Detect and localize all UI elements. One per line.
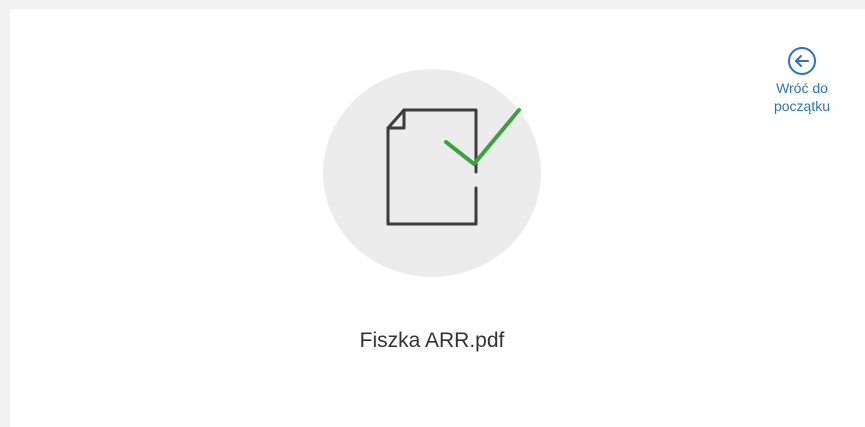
document-check-icon: [386, 108, 521, 226]
back-label-line1: Wróć do: [776, 80, 828, 96]
back-to-start-button[interactable]: Wróć do początku: [752, 46, 852, 115]
file-name: Fiszka ARR.pdf: [359, 329, 505, 352]
back-label-line2: początku: [773, 98, 831, 114]
page-background: Wróć do początku Fiszka ARR.pdf: [0, 0, 865, 427]
arrow-left-circle-icon: [788, 47, 816, 75]
